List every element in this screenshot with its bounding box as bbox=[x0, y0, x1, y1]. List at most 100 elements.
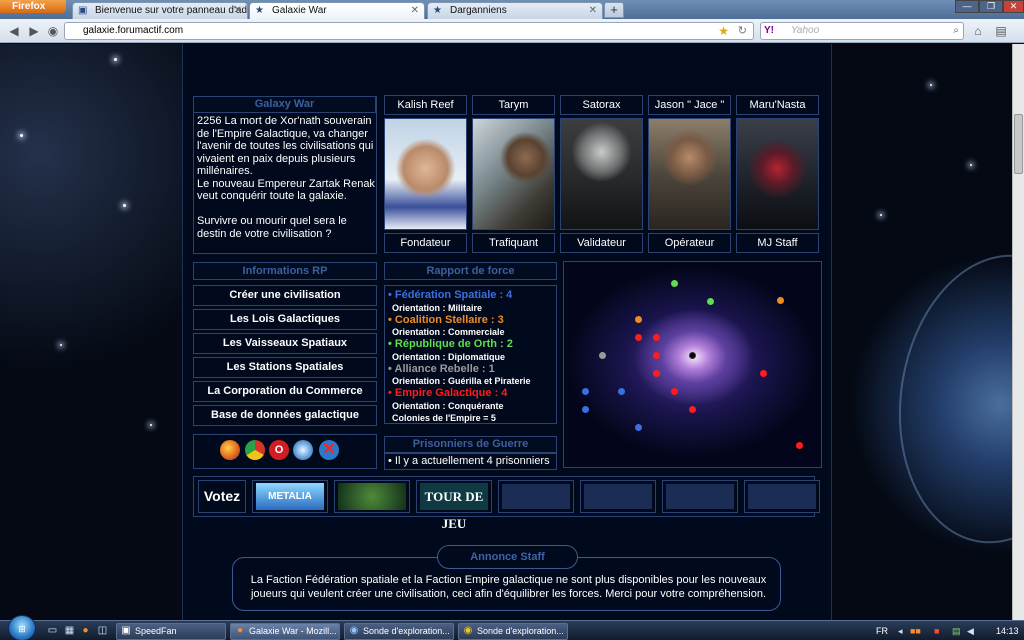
bookmark-star-icon[interactable]: ★ bbox=[718, 23, 729, 39]
network-icon[interactable]: ▤ bbox=[952, 625, 961, 637]
tray-app-icon[interactable]: ■ bbox=[934, 625, 939, 637]
planet-marker-empire[interactable] bbox=[653, 352, 660, 359]
link-corporation-commerce[interactable]: La Corporation du Commerce bbox=[193, 381, 377, 402]
vote-slot-empty[interactable] bbox=[498, 480, 574, 513]
link-base-donnees[interactable]: Base de données galactique bbox=[193, 405, 377, 426]
tab-galaxie-war[interactable]: ★ Galaxie War ✕ bbox=[249, 2, 425, 19]
armored-soldier-portrait[interactable] bbox=[384, 118, 467, 230]
site-identity-icon[interactable]: ◉ bbox=[45, 23, 61, 39]
planet-marker-empire[interactable] bbox=[796, 442, 803, 449]
staff-name[interactable]: Jason " Jace " bbox=[648, 95, 731, 115]
firefox-menu-button[interactable]: Firefox bbox=[0, 0, 66, 13]
planet-marker-empire[interactable] bbox=[653, 370, 660, 377]
background-star bbox=[970, 164, 972, 166]
tools-icon[interactable]: ▤ bbox=[993, 23, 1009, 39]
planet-marker-federation[interactable] bbox=[618, 388, 625, 395]
link-creer-civilisation[interactable]: Créer une civilisation bbox=[193, 285, 377, 306]
staff-name[interactable]: Maru'Nasta bbox=[736, 95, 819, 115]
tray-arrow-icon[interactable]: ◂ bbox=[898, 625, 903, 637]
planet-marker-federation[interactable] bbox=[635, 424, 642, 431]
url-bar[interactable]: galaxie.forumactif.com ★ ↻ bbox=[64, 22, 754, 40]
faction-coalition[interactable]: • Coalition Stellaire : 3 bbox=[388, 314, 558, 327]
planet-marker-empire[interactable] bbox=[671, 388, 678, 395]
opera-icon[interactable]: O bbox=[269, 440, 289, 460]
home-icon[interactable]: ⌂ bbox=[970, 23, 986, 39]
tab-admin-panel[interactable]: ▣ Bienvenue sur votre panneau d'adm... ✕ bbox=[72, 2, 248, 19]
link-vaisseaux-spatiaux[interactable]: Les Vaisseaux Spatiaux bbox=[193, 333, 377, 354]
search-input[interactable]: Y! Yahoo ⌕ bbox=[760, 22, 964, 40]
planet-marker-republique[interactable] bbox=[671, 280, 678, 287]
faction-federation[interactable]: • Fédération Spatiale : 4 bbox=[388, 289, 558, 302]
vote-banner-metalia[interactable]: METALIA bbox=[252, 480, 328, 513]
taskbar-item-firefox[interactable]: ● Galaxie War - Mozill... bbox=[230, 623, 340, 640]
close-icon[interactable]: ✕ bbox=[411, 3, 419, 18]
language-indicator[interactable]: FR bbox=[876, 625, 888, 637]
faction-empire[interactable]: • Empire Galactique : 4 bbox=[388, 387, 558, 400]
planet-marker-alliance[interactable] bbox=[599, 352, 606, 359]
galactic-core-marker[interactable] bbox=[689, 352, 696, 359]
navigation-bar: ◀ ▶ ◉ galaxie.forumactif.com ★ ↻ Y! Yaho… bbox=[0, 19, 1024, 43]
planet-marker-federation[interactable] bbox=[582, 406, 589, 413]
planet-marker-coalition[interactable] bbox=[635, 316, 642, 323]
taskbar-label: SpeedFan bbox=[135, 626, 177, 636]
close-window-button[interactable]: ✕ bbox=[1003, 0, 1024, 13]
ie-icon[interactable]: ✕ bbox=[319, 440, 339, 460]
vote-banner-tour-de-jeu[interactable]: TOUR DE JEU bbox=[416, 480, 492, 531]
url-text: galaxie.forumactif.com bbox=[83, 25, 184, 36]
taskbar-item-speedfan[interactable]: ▣ SpeedFan bbox=[116, 623, 226, 640]
link-lois-galactiques[interactable]: Les Lois Galactiques bbox=[193, 309, 377, 330]
back-arrow-icon[interactable]: ◀ bbox=[6, 23, 22, 39]
minimize-button[interactable]: — bbox=[955, 0, 979, 13]
clock[interactable]: 14:13 bbox=[996, 625, 1019, 637]
link-stations-spatiales[interactable]: Les Stations Spatiales bbox=[193, 357, 377, 378]
planet-marker-empire[interactable] bbox=[760, 370, 767, 377]
search-icon[interactable]: ⌕ bbox=[953, 23, 959, 39]
vote-slot-empty[interactable] bbox=[580, 480, 656, 513]
gunman-portrait[interactable] bbox=[472, 118, 555, 230]
faction-republique[interactable]: • République de Orth : 2 bbox=[388, 338, 558, 351]
firefox-icon[interactable] bbox=[220, 440, 240, 460]
close-icon[interactable]: ✕ bbox=[589, 3, 597, 18]
taskbar-item-sonde-2[interactable]: ◉ Sonde d'exploration... bbox=[458, 623, 568, 640]
vote-slot-empty[interactable] bbox=[744, 480, 820, 513]
planet-marker-coalition[interactable] bbox=[777, 297, 784, 304]
taskbar-label: Sonde d'exploration... bbox=[363, 626, 450, 636]
media-icon[interactable]: ◫ bbox=[96, 625, 109, 637]
empty-slot bbox=[502, 484, 570, 509]
staff-name[interactable]: Satorax bbox=[560, 95, 643, 115]
marine-portrait[interactable] bbox=[648, 118, 731, 230]
staff-name[interactable]: Kalish Reef bbox=[384, 95, 467, 115]
show-desktop-icon[interactable]: ▭ bbox=[46, 625, 59, 637]
helmeted-trooper-portrait[interactable] bbox=[560, 118, 643, 230]
spiral-galaxy-map[interactable] bbox=[563, 261, 822, 468]
tab-darganniens[interactable]: ★ Darganniens ✕ bbox=[427, 2, 603, 19]
faction-alliance[interactable]: • Alliance Rebelle : 1 bbox=[388, 363, 558, 376]
chrome-icon[interactable] bbox=[245, 440, 265, 460]
vote-slot-empty[interactable] bbox=[662, 480, 738, 513]
switch-windows-icon[interactable]: ▦ bbox=[63, 625, 76, 637]
planet-marker-empire[interactable] bbox=[653, 334, 660, 341]
new-tab-button[interactable]: + bbox=[604, 2, 624, 18]
page-scrollbar[interactable] bbox=[1012, 44, 1024, 620]
planet-marker-federation[interactable] bbox=[582, 388, 589, 395]
reload-icon[interactable]: ↻ bbox=[738, 23, 747, 39]
vote-banner-green[interactable] bbox=[334, 480, 410, 513]
planet-marker-empire[interactable] bbox=[635, 334, 642, 341]
firefox-icon: ● bbox=[236, 625, 244, 636]
tray-app-icon[interactable]: ■■ bbox=[910, 625, 921, 637]
forward-arrow-icon[interactable]: ▶ bbox=[26, 23, 42, 39]
start-button[interactable]: ⊞ bbox=[8, 615, 36, 640]
close-icon[interactable]: ✕ bbox=[234, 3, 242, 18]
volume-icon[interactable]: ◀ bbox=[967, 625, 974, 637]
staff-name[interactable]: Tarym bbox=[472, 95, 555, 115]
safari-icon[interactable] bbox=[293, 440, 313, 460]
hooded-figure-portrait[interactable] bbox=[736, 118, 819, 230]
faction-name: Fédération Spatiale : 4 bbox=[394, 289, 513, 301]
taskbar-item-sonde-1[interactable]: ◉ Sonde d'exploration... bbox=[344, 623, 454, 640]
scrollbar-thumb[interactable] bbox=[1014, 114, 1023, 174]
planet-marker-republique[interactable] bbox=[707, 298, 714, 305]
planet-marker-empire[interactable] bbox=[689, 406, 696, 413]
maximize-button[interactable]: ❐ bbox=[979, 0, 1003, 13]
background-star bbox=[150, 424, 152, 426]
firefox-icon[interactable]: ● bbox=[79, 625, 92, 637]
